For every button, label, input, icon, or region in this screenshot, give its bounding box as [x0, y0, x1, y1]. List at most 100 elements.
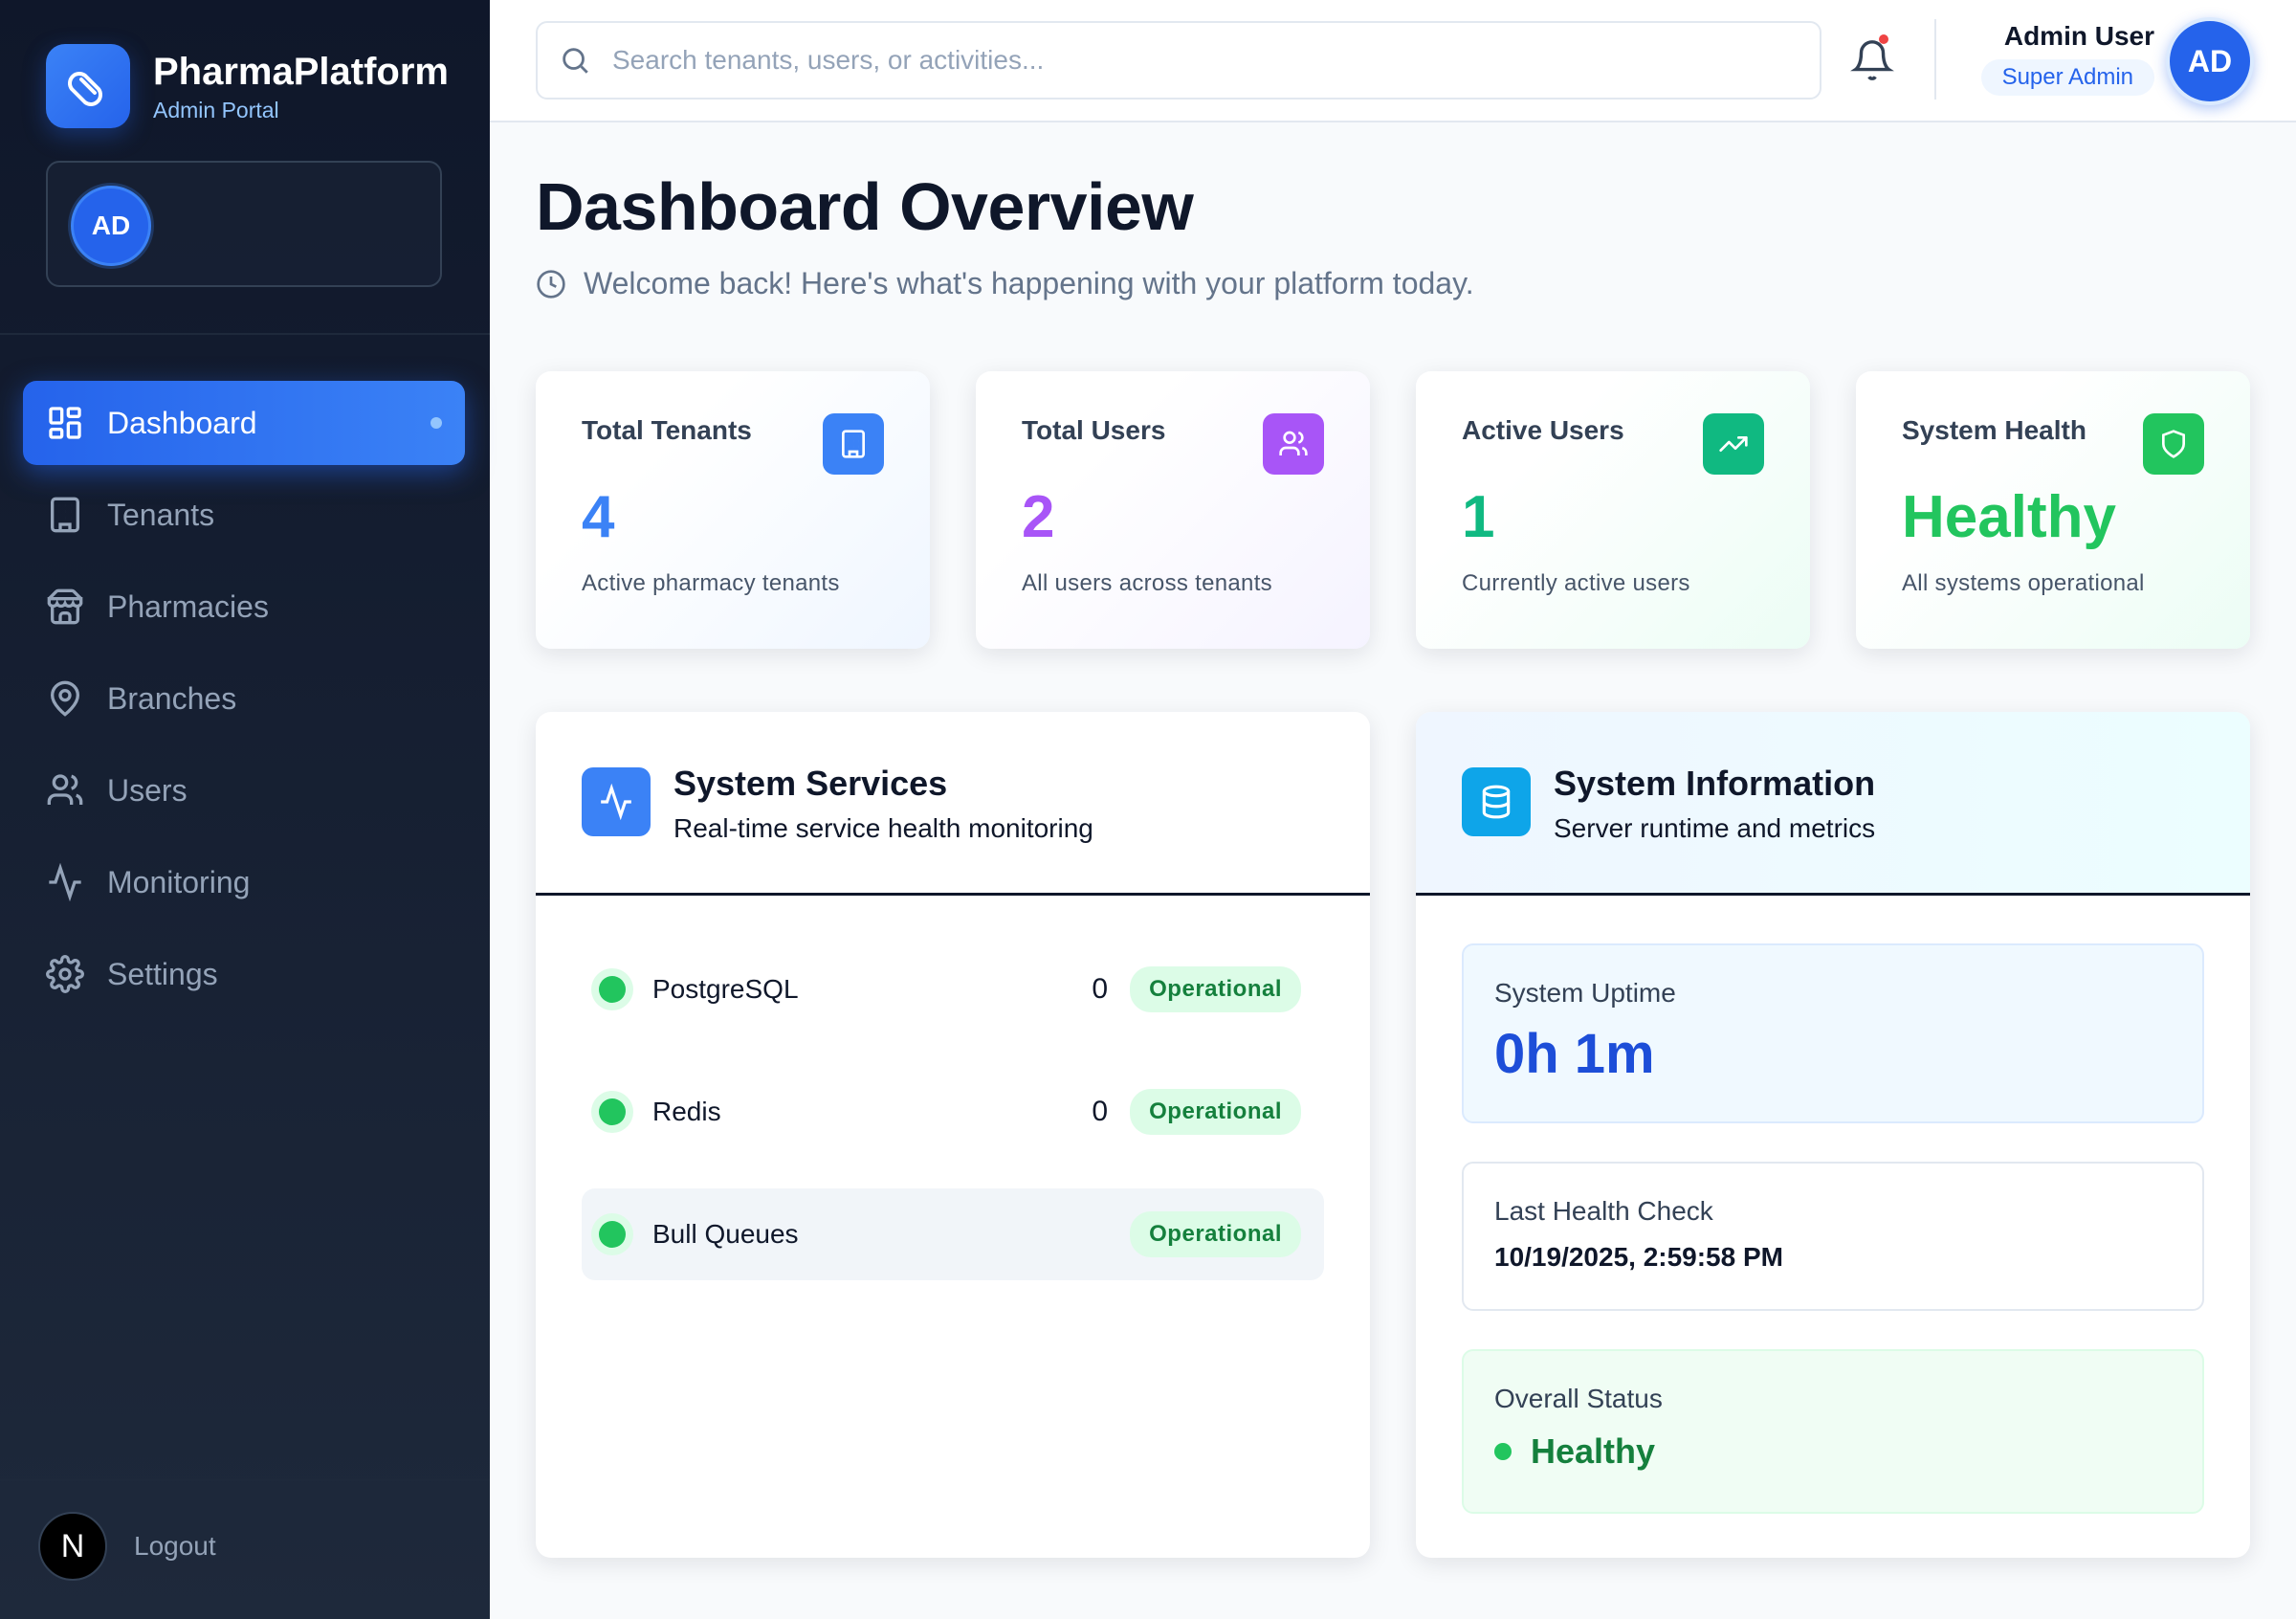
map-pin-icon: [50, 680, 80, 717]
search-input[interactable]: [612, 45, 1760, 76]
building-icon: [823, 413, 884, 475]
sidebar-item-label: Settings: [107, 956, 218, 991]
framework-badge[interactable]: N: [38, 1512, 107, 1581]
divider: [0, 1479, 490, 1481]
panel-header: System Information Server runtime and me…: [1416, 712, 2250, 896]
notification-dot: [1879, 34, 1888, 44]
service-count: 0: [1092, 973, 1108, 1005]
sidebar-item-label: Branches: [107, 680, 237, 716]
brand-subtitle: Admin Portal: [153, 97, 279, 122]
panel-subtitle: Server runtime and metrics: [1554, 813, 1876, 843]
database-icon: [1462, 767, 1531, 836]
sidebar-item-dashboard[interactable]: Dashboard: [23, 381, 465, 465]
stat-description: All users across tenants: [1022, 570, 1272, 596]
sidebar-nav: Dashboard Tenants Pharmacies Branches Us…: [23, 381, 465, 1024]
stat-card-active-users[interactable]: Active Users 1 Currently active users: [1416, 371, 1810, 649]
pill-icon: [46, 44, 130, 128]
stat-card-total-users[interactable]: Total Users 2 All users across tenants: [976, 371, 1370, 649]
health-check-value: 10/19/2025, 2:59:58 PM: [1494, 1242, 1783, 1272]
sidebar-item-users[interactable]: Users: [23, 748, 465, 832]
logout-button[interactable]: N Logout: [38, 1512, 216, 1581]
overall-status-text: Healthy: [1531, 1431, 1656, 1471]
page-subtitle-text: Welcome back! Here's what's happening wi…: [584, 266, 1474, 300]
logout-label: Logout: [134, 1531, 216, 1561]
shield-icon: [2143, 413, 2204, 475]
user-name: Admin User: [2003, 21, 2154, 51]
activity-icon: [49, 863, 81, 901]
status-dot: [599, 1098, 626, 1125]
grid-icon: [49, 407, 81, 439]
uptime-card: System Uptime 0h 1m: [1462, 943, 2204, 1123]
health-check-label: Last Health Check: [1494, 1196, 1713, 1226]
overall-status-card: Overall Status Healthy: [1462, 1349, 2204, 1514]
brand[interactable]: PharmaPlatform Admin Portal: [46, 44, 449, 128]
system-services-panel: System Services Real-time service health…: [536, 712, 1370, 1558]
status-dot: [599, 1221, 626, 1248]
panel-subtitle: Real-time service health monitoring: [673, 813, 1093, 843]
brand-name: PharmaPlatform: [153, 50, 449, 93]
stat-value: 2: [1022, 484, 1055, 550]
avatar: AD: [71, 186, 151, 266]
stat-value: Healthy: [1902, 484, 2116, 550]
sidebar-item-monitoring[interactable]: Monitoring: [23, 840, 465, 924]
stat-card-system-health[interactable]: System Health Healthy All systems operat…: [1856, 371, 2250, 649]
sidebar-item-label: Tenants: [107, 497, 215, 532]
stat-value: 1: [1462, 484, 1495, 550]
status-dot: [599, 976, 626, 1003]
panel-title: System Services: [673, 764, 948, 803]
service-row-redis[interactable]: Redis 0 Operational: [582, 1066, 1324, 1158]
topbar: Admin User Super Admin AD: [490, 0, 2296, 122]
trending-up-icon: [1703, 413, 1764, 475]
active-indicator: [430, 417, 442, 429]
sidebar-item-pharmacies[interactable]: Pharmacies: [23, 565, 465, 649]
status-dot: [1494, 1443, 1512, 1460]
service-name: Redis: [652, 1097, 721, 1126]
sidebar-item-label: Monitoring: [107, 864, 251, 899]
sidebar-item-label: Pharmacies: [107, 588, 269, 624]
sidebar-item-label: Dashboard: [107, 405, 257, 440]
activity-icon: [582, 767, 651, 836]
system-information-panel: System Information Server runtime and me…: [1416, 712, 2250, 1558]
search-box[interactable]: [536, 21, 1821, 100]
page-subtitle: Welcome back! Here's what's happening wi…: [536, 266, 1474, 301]
users-icon: [47, 774, 83, 805]
divider: [0, 333, 490, 335]
building-icon: [51, 497, 79, 533]
search-icon: [563, 48, 588, 74]
clock-icon: [537, 269, 565, 299]
gear-icon: [46, 955, 84, 993]
bell-icon[interactable]: [1850, 38, 1894, 82]
stat-card-total-tenants[interactable]: Total Tenants 4 Active pharmacy tenants: [536, 371, 930, 649]
store-icon: [47, 588, 83, 625]
status-badge: Operational: [1130, 1089, 1301, 1135]
status-badge: Operational: [1130, 1211, 1301, 1257]
sidebar-item-settings[interactable]: Settings: [23, 932, 465, 1016]
status-badge: Operational: [1130, 966, 1301, 1012]
sidebar: PharmaPlatform Admin Portal AD Dashboard…: [0, 0, 490, 1619]
service-row-bull-queues[interactable]: Bull Queues Operational: [582, 1188, 1324, 1280]
sidebar-item-branches[interactable]: Branches: [23, 656, 465, 741]
service-name: Bull Queues: [652, 1219, 799, 1249]
sidebar-user-card[interactable]: AD: [46, 161, 442, 287]
avatar[interactable]: AD: [2166, 17, 2254, 105]
panel-header: System Services Real-time service health…: [536, 712, 1370, 896]
stat-description: Currently active users: [1462, 570, 1690, 596]
service-name: PostgreSQL: [652, 974, 799, 1004]
panel-title: System Information: [1554, 764, 1876, 803]
divider: [1934, 19, 1936, 100]
users-icon: [1263, 413, 1324, 475]
stat-description: Active pharmacy tenants: [582, 570, 840, 596]
overall-status-value: Healthy: [1494, 1431, 2172, 1472]
health-check-card: Last Health Check 10/19/2025, 2:59:58 PM: [1462, 1162, 2204, 1311]
user-menu[interactable]: Admin User Super Admin: [1980, 21, 2154, 96]
stat-value: 4: [582, 484, 615, 550]
service-count: 0: [1092, 1096, 1108, 1127]
page-title: Dashboard Overview: [536, 169, 1194, 244]
stat-description: All systems operational: [1902, 570, 2145, 596]
uptime-value: 0h 1m: [1494, 1023, 1655, 1085]
overall-status-label: Overall Status: [1494, 1384, 1663, 1413]
user-role-badge: Super Admin: [1980, 59, 2154, 96]
sidebar-item-label: Users: [107, 772, 188, 808]
service-row-postgresql[interactable]: PostgreSQL 0 Operational: [582, 943, 1324, 1035]
sidebar-item-tenants[interactable]: Tenants: [23, 473, 465, 557]
